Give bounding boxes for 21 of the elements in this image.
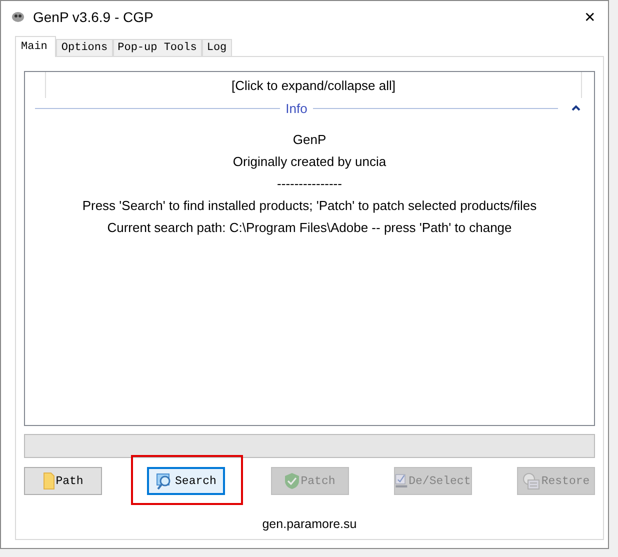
tab[interactable]: Pop-up Tools xyxy=(112,39,202,56)
shield-icon xyxy=(284,472,300,490)
tab[interactable]: Options xyxy=(56,39,113,56)
info-text: --------------- xyxy=(277,175,342,192)
restore-icon xyxy=(522,472,540,490)
folder-icon xyxy=(42,472,55,490)
group-title: Info xyxy=(286,100,308,116)
info-text: Current search path: C:\Program Files\Adobe -- press 'Path' to change xyxy=(107,219,512,236)
info-text: Originally created by uncia xyxy=(232,153,386,170)
tab[interactable]: Log xyxy=(202,39,232,56)
app-icon xyxy=(11,10,25,22)
expand-collapse-link[interactable]: [Click to expand/collapse all] xyxy=(45,72,582,98)
search-button[interactable]: Search xyxy=(147,467,226,495)
tab[interactable]: Main xyxy=(15,36,56,57)
window-title: GenP v3.6.9 - CGP xyxy=(33,8,154,24)
folder-button[interactable]: Path xyxy=(24,467,102,495)
website-text: gen.paramore.su xyxy=(262,517,357,531)
chevron-icon[interactable] xyxy=(570,105,582,111)
close-button[interactable]: ✕ xyxy=(580,8,600,24)
info-text: GenP xyxy=(292,131,326,148)
info-text: Press 'Search' to find installed products; 'Patch' to patch selected products/files xyxy=(82,197,537,214)
